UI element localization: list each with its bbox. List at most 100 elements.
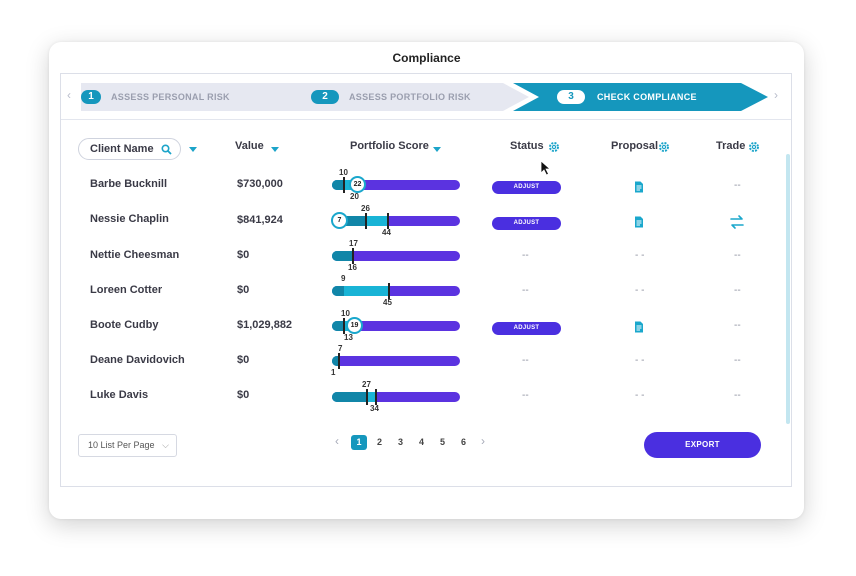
step-2[interactable]: 2 ASSESS PORTFOLIO RISK <box>273 83 529 111</box>
score-band <box>332 392 366 402</box>
step-3[interactable]: 3 CHECK COMPLIANCE <box>513 83 768 111</box>
adjust-button[interactable]: ADJUST <box>492 217 561 230</box>
step-number: 2 <box>311 90 339 104</box>
client-name[interactable]: Nettie Cheesman <box>90 249 179 261</box>
score-tick <box>343 318 345 334</box>
client-name[interactable]: Nessie Chaplin <box>90 213 169 225</box>
portfolio-score-bar: 9 45 <box>332 274 460 307</box>
score-high: 44 <box>382 228 391 237</box>
score-tick <box>387 213 389 229</box>
proposal-cell: - - <box>635 250 645 261</box>
score-tick <box>343 177 345 193</box>
score-tick <box>365 213 367 229</box>
status-cell: -- <box>522 285 529 296</box>
score-low: 7 <box>338 344 343 353</box>
proposal-cell: - - <box>635 390 645 401</box>
swap-arrows-icon[interactable] <box>729 214 745 230</box>
value-cell: $841,924 <box>237 214 283 226</box>
trade-cell: -- <box>734 250 741 261</box>
score-low: 9 <box>341 274 346 283</box>
value-cell: $730,000 <box>237 178 283 190</box>
score-bubble: 22 <box>349 176 366 193</box>
value-cell: $1,029,882 <box>237 319 293 331</box>
gear-icon[interactable] <box>748 141 760 153</box>
document-icon[interactable] <box>634 321 644 333</box>
per-page-select[interactable]: 10 List Per Page ⌵ <box>78 434 177 457</box>
portfolio-score-bar: 27 34 <box>332 380 460 413</box>
trade-header: Trade <box>716 140 746 152</box>
client-name[interactable]: Loreen Cotter <box>90 284 162 296</box>
score-low: 10 <box>341 309 350 318</box>
score-low: 27 <box>362 380 371 389</box>
value-cell: $0 <box>237 354 250 366</box>
score-track <box>332 392 460 402</box>
step-label: ASSESS PORTFOLIO RISK <box>349 92 471 102</box>
score-high: 45 <box>383 298 392 307</box>
window-title: Compliance <box>392 51 461 65</box>
export-button[interactable]: EXPORT <box>644 432 761 458</box>
page-4[interactable]: 4 <box>419 437 424 447</box>
gear-icon[interactable] <box>548 141 560 153</box>
score-high: 16 <box>348 263 357 272</box>
score-tick <box>375 389 377 405</box>
score-track <box>332 356 460 366</box>
portfolio-score-bar: 26 44 7 <box>331 204 460 237</box>
trade-cell: -- <box>734 390 741 401</box>
compliance-panel: ‹ 1 ASSESS PERSONAL RISK 2 ASSESS PORTFO… <box>60 73 792 487</box>
score-tick <box>388 283 390 299</box>
mouse-cursor-icon <box>540 160 552 176</box>
chevron-down-icon: ⌵ <box>162 440 169 450</box>
client-name[interactable]: Luke Davis <box>90 389 148 401</box>
document-icon[interactable] <box>634 216 644 228</box>
client-name[interactable]: Deane Davidovich <box>90 354 185 366</box>
value-header[interactable]: Value <box>235 140 264 152</box>
score-bubble: 7 <box>331 212 348 229</box>
stepper: ‹ 1 ASSESS PERSONAL RISK 2 ASSESS PORTFO… <box>61 74 791 120</box>
status-cell: -- <box>522 390 529 401</box>
page-2[interactable]: 2 <box>377 437 382 447</box>
portfolio-score-bar: 17 16 <box>332 239 460 272</box>
score-band <box>332 251 352 261</box>
score-tick <box>338 353 340 369</box>
compliance-window: Compliance ‹ 1 ASSESS PERSONAL RISK 2 AS… <box>49 42 804 519</box>
score-bubble: 19 <box>346 317 363 334</box>
step-number: 1 <box>81 90 101 104</box>
chevron-right-icon[interactable]: › <box>481 434 485 448</box>
portfolio-score-bar: 10 13 19 <box>332 309 460 342</box>
client-name[interactable]: Barbe Bucknill <box>90 178 167 190</box>
chevron-left-icon[interactable]: ‹ <box>335 434 339 448</box>
portfolio-score-bar: 10 20 22 <box>332 168 460 201</box>
trade-cell: -- <box>734 320 741 331</box>
client-name-filter[interactable]: Client Name <box>78 138 181 160</box>
adjust-button[interactable]: ADJUST <box>492 181 561 194</box>
client-name-header: Client Name <box>90 143 154 155</box>
search-icon[interactable] <box>161 144 172 155</box>
sort-caret-icon[interactable] <box>271 147 279 152</box>
portfolio-score-header[interactable]: Portfolio Score <box>350 140 429 152</box>
page-1[interactable]: 1 <box>351 435 367 450</box>
trade-cell: -- <box>734 285 741 296</box>
sort-caret-icon[interactable] <box>189 147 197 152</box>
scrollbar[interactable] <box>786 154 790 424</box>
score-low: 17 <box>349 239 358 248</box>
client-name[interactable]: Boote Cudby <box>90 319 158 331</box>
portfolio-score-bar: 7 1 <box>331 344 460 377</box>
sort-caret-icon[interactable] <box>433 147 441 152</box>
proposal-header: Proposal <box>611 140 659 152</box>
status-cell: -- <box>522 250 529 261</box>
document-icon[interactable] <box>634 181 644 193</box>
page-3[interactable]: 3 <box>398 437 403 447</box>
chevron-right-icon[interactable]: › <box>774 88 778 102</box>
chevron-left-icon[interactable]: ‹ <box>67 88 71 102</box>
page-5[interactable]: 5 <box>440 437 445 447</box>
adjust-button[interactable]: ADJUST <box>492 322 561 335</box>
page-6[interactable]: 6 <box>461 437 466 447</box>
score-track <box>332 286 460 296</box>
score-band <box>332 286 344 296</box>
per-page-label: 10 List Per Page <box>88 440 155 450</box>
gear-icon[interactable] <box>658 141 670 153</box>
value-cell: $0 <box>237 249 250 261</box>
step-label: CHECK COMPLIANCE <box>597 92 697 102</box>
score-high: 1 <box>331 368 336 377</box>
score-high: 34 <box>370 404 379 413</box>
